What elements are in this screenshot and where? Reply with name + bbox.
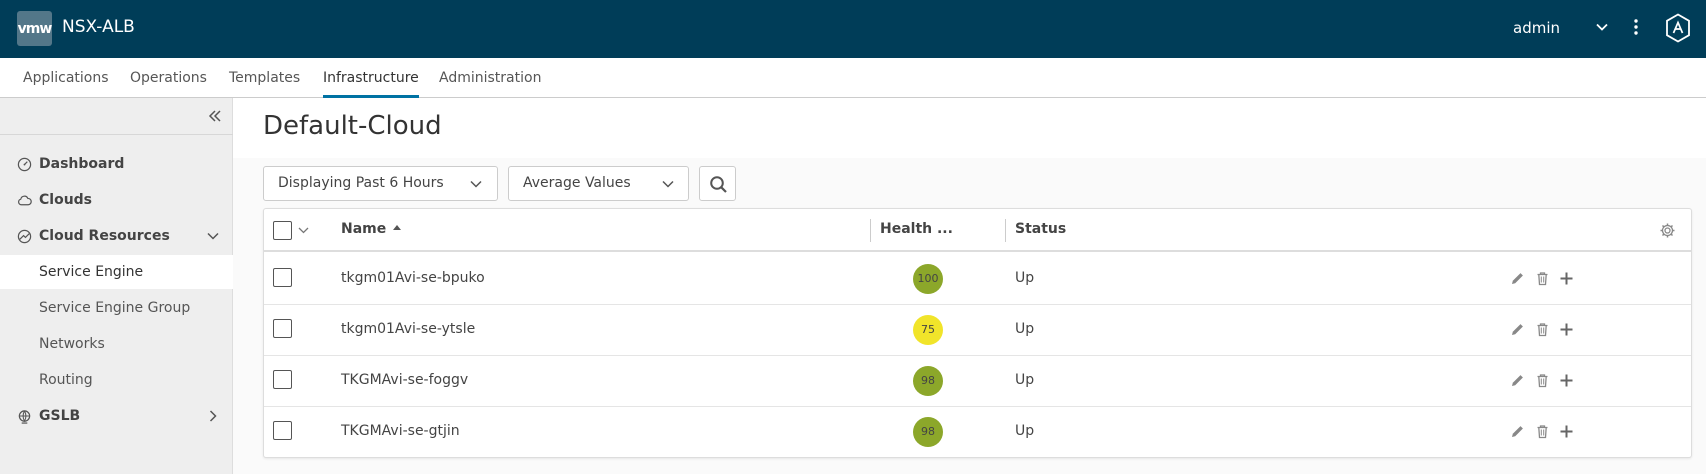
table-row[interactable]: TKGMAvi-se-foggv 98 Up xyxy=(264,356,1691,407)
dashboard-icon xyxy=(17,157,32,172)
se-name[interactable]: TKGMAvi-se-foggv xyxy=(341,372,468,388)
add-icon[interactable] xyxy=(1559,424,1574,439)
column-header-name[interactable]: Name xyxy=(341,221,386,237)
top-header: vmw NSX-ALB admin xyxy=(0,0,1706,58)
health-score-badge[interactable]: 75 xyxy=(913,315,943,345)
title-strip: Default-Cloud xyxy=(233,98,1706,158)
table-row[interactable]: tkgm01Avi-se-bpuko 100 Up xyxy=(264,254,1691,305)
sidebar-item-dashboard[interactable]: Dashboard xyxy=(0,147,233,181)
collapse-sidebar-icon[interactable] xyxy=(207,108,223,124)
delete-icon[interactable] xyxy=(1535,373,1550,388)
service-engine-table: Name Health ... Status tkgm01Avi-se-bpuk… xyxy=(263,208,1692,458)
row-checkbox[interactable] xyxy=(273,370,292,389)
delete-icon[interactable] xyxy=(1535,271,1550,286)
status-text: Up xyxy=(1015,372,1035,388)
chevron-down-icon[interactable] xyxy=(1594,19,1610,35)
sidebar-item-networks[interactable]: Networks xyxy=(0,327,233,361)
column-separator[interactable] xyxy=(1005,219,1006,242)
select-all-checkbox[interactable] xyxy=(273,221,292,240)
sidebar-item-label: Cloud Resources xyxy=(39,228,170,244)
row-checkbox[interactable] xyxy=(273,268,292,287)
sort-ascending-icon[interactable] xyxy=(392,223,402,231)
delete-icon[interactable] xyxy=(1535,322,1550,337)
tab-templates[interactable]: Templates xyxy=(229,58,300,98)
sidebar: Dashboard Clouds Cloud Resources Service… xyxy=(0,98,233,474)
value-mode-dropdown[interactable]: Average Values xyxy=(508,166,689,201)
tab-operations[interactable]: Operations xyxy=(130,58,207,98)
value-mode-value: Average Values xyxy=(523,175,631,191)
time-range-value: Displaying Past 6 Hours xyxy=(278,175,444,191)
sidebar-item-service-engine[interactable]: Service Engine xyxy=(0,255,233,289)
add-icon[interactable] xyxy=(1559,373,1574,388)
sidebar-item-label: Service Engine xyxy=(39,264,144,280)
status-text: Up xyxy=(1015,321,1035,337)
tab-administration[interactable]: Administration xyxy=(439,58,541,98)
gear-icon[interactable] xyxy=(1659,222,1676,239)
sidebar-item-label: Clouds xyxy=(39,192,93,208)
add-icon[interactable] xyxy=(1559,271,1574,286)
sidebar-item-label: Routing xyxy=(39,372,93,388)
sidebar-item-service-engine-group[interactable]: Service Engine Group xyxy=(0,291,233,325)
edit-icon[interactable] xyxy=(1510,373,1525,388)
sidebar-item-label: GSLB xyxy=(39,408,81,424)
sidebar-item-label: Dashboard xyxy=(39,156,125,172)
chevron-right-icon[interactable] xyxy=(206,409,220,423)
main-nav: Applications Operations Templates Infras… xyxy=(0,58,1706,98)
delete-icon[interactable] xyxy=(1535,424,1550,439)
kebab-menu-icon[interactable] xyxy=(1631,18,1641,36)
sidebar-item-clouds[interactable]: Clouds xyxy=(0,183,233,217)
chevron-down-icon xyxy=(470,180,482,188)
globe-icon xyxy=(18,410,31,424)
avi-logo-icon[interactable] xyxy=(1665,13,1691,43)
sidebar-item-cloud-resources[interactable]: Cloud Resources xyxy=(0,219,233,253)
status-text: Up xyxy=(1015,270,1035,286)
se-name[interactable]: tkgm01Avi-se-ytsle xyxy=(341,321,475,337)
tab-applications[interactable]: Applications xyxy=(23,58,109,98)
column-header-health[interactable]: Health ... xyxy=(880,221,953,237)
row-checkbox[interactable] xyxy=(273,421,292,440)
health-score-badge[interactable]: 100 xyxy=(913,264,943,294)
tab-infrastructure[interactable]: Infrastructure xyxy=(323,58,419,98)
sidebar-item-routing[interactable]: Routing xyxy=(0,363,233,397)
add-icon[interactable] xyxy=(1559,322,1574,337)
chevron-down-icon[interactable] xyxy=(297,224,310,237)
cloud-icon xyxy=(18,195,32,206)
sidebar-item-gslb[interactable]: GSLB xyxy=(0,399,233,433)
table-row[interactable]: tkgm01Avi-se-ytsle 75 Up xyxy=(264,305,1691,356)
table-row[interactable]: TKGMAvi-se-gtjin 98 Up xyxy=(264,407,1691,458)
column-header-status[interactable]: Status xyxy=(1015,221,1066,237)
row-checkbox[interactable] xyxy=(273,319,292,338)
search-button[interactable] xyxy=(699,166,736,201)
edit-icon[interactable] xyxy=(1510,322,1525,337)
column-separator[interactable] xyxy=(870,219,871,242)
se-name[interactable]: TKGMAvi-se-gtjin xyxy=(341,423,460,439)
search-icon xyxy=(710,176,727,193)
edit-icon[interactable] xyxy=(1510,271,1525,286)
chevron-down-icon xyxy=(662,180,674,188)
time-range-dropdown[interactable]: Displaying Past 6 Hours xyxy=(263,166,498,201)
chevron-down-icon[interactable] xyxy=(206,229,220,243)
app-name: NSX-ALB xyxy=(62,17,135,37)
edit-icon[interactable] xyxy=(1510,424,1525,439)
sidebar-item-label: Networks xyxy=(39,336,105,352)
sidebar-divider xyxy=(0,134,233,135)
health-score-badge[interactable]: 98 xyxy=(913,417,943,447)
vmware-logo[interactable]: vmw xyxy=(17,11,52,46)
health-score-badge[interactable]: 98 xyxy=(913,366,943,396)
se-name[interactable]: tkgm01Avi-se-bpuko xyxy=(341,270,485,286)
table-header: Name Health ... Status xyxy=(264,209,1691,252)
status-text: Up xyxy=(1015,423,1035,439)
sidebar-item-label: Service Engine Group xyxy=(39,300,191,316)
page-title: Default-Cloud xyxy=(263,111,442,141)
main-content: Default-Cloud Displaying Past 6 Hours Av… xyxy=(233,98,1706,474)
cloud-resources-icon xyxy=(17,229,32,244)
user-name[interactable]: admin xyxy=(1513,19,1560,37)
